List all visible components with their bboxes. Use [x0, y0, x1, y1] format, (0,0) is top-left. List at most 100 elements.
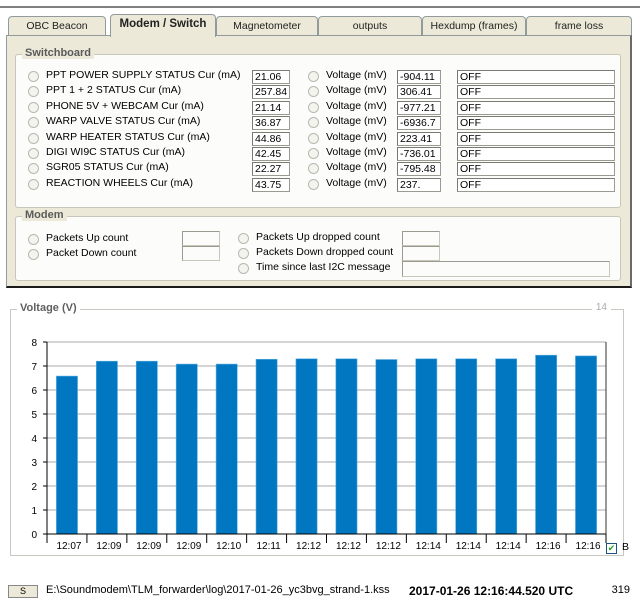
- tab-modem-switch[interactable]: Modem / Switch: [110, 14, 216, 37]
- state-field[interactable]: OFF: [457, 162, 615, 177]
- bar: [335, 358, 358, 535]
- state-field[interactable]: OFF: [457, 116, 615, 131]
- voltage-field[interactable]: 306.41: [397, 85, 441, 100]
- channel-radio[interactable]: [28, 101, 39, 113]
- channel-radio[interactable]: [28, 86, 39, 98]
- channel-radio[interactable]: [28, 163, 39, 175]
- packets-down-dropped-field[interactable]: [402, 246, 440, 261]
- s-button[interactable]: S: [8, 585, 38, 598]
- voltage-radio[interactable]: [308, 132, 319, 144]
- channel-radio[interactable]: [28, 71, 39, 82]
- x-tick-label: 12:12: [376, 541, 401, 552]
- voltage-label: Voltage (mV): [326, 146, 387, 158]
- channel-label: SGR05 STATUS Cur (mA): [46, 161, 169, 174]
- voltage-radio[interactable]: [308, 71, 319, 82]
- tab-outputs[interactable]: outputs: [318, 16, 422, 36]
- current-field[interactable]: 21.06: [252, 70, 290, 84]
- frame-count: 319: [611, 584, 630, 596]
- tab-magnetometer[interactable]: Magnetometer: [216, 16, 318, 36]
- state-field[interactable]: OFF: [457, 177, 615, 192]
- channel-radio[interactable]: [28, 132, 39, 144]
- time-since-i2c-radio[interactable]: [238, 263, 249, 274]
- voltage-chart-panel: Voltage (V) 14 0 1 2 3 4 5 6 7 8 12:07 12:09 12:09 1…: [10, 302, 629, 556]
- packets-down-field[interactable]: [182, 246, 220, 261]
- tab-hexdump[interactable]: Hexdump (frames): [422, 16, 526, 36]
- state-field[interactable]: OFF: [457, 100, 615, 115]
- channel-radio[interactable]: [28, 148, 39, 159]
- current-field[interactable]: 44.86: [252, 131, 290, 146]
- x-tick-label: 12:11: [256, 541, 281, 552]
- channel-radio[interactable]: [28, 178, 39, 190]
- packets-down-radio[interactable]: [28, 249, 39, 260]
- bar: [495, 358, 518, 535]
- current-field[interactable]: 43.75: [252, 177, 290, 192]
- channel-label: WARP HEATER STATUS Cur (mA): [46, 130, 210, 143]
- voltage-field[interactable]: -6936.7: [397, 116, 441, 131]
- voltage-field[interactable]: 237.: [397, 177, 441, 192]
- channel-radio[interactable]: [28, 117, 39, 129]
- current-field[interactable]: 22.27: [252, 162, 290, 177]
- x-tick-label: 12:16: [536, 541, 561, 552]
- tab-frame-loss[interactable]: frame loss: [526, 16, 632, 36]
- y-tick-label: 5: [31, 410, 37, 421]
- voltage-field[interactable]: -904.11: [397, 70, 441, 84]
- log-file-path: E:\Soundmodem\TLM_forwarder\log\2017-01-…: [46, 584, 390, 596]
- timestamp: 2017-01-26 12:16:44.520 UTC: [409, 584, 574, 598]
- voltage-radio[interactable]: [308, 148, 319, 159]
- window-top-border: [0, 0, 640, 8]
- voltage-label: Voltage (mV): [326, 69, 387, 81]
- x-tick-label: 12:12: [336, 541, 361, 552]
- state-field[interactable]: OFF: [457, 147, 615, 161]
- packets-up-label: Packets Up count: [46, 232, 129, 244]
- bar: [535, 354, 557, 535]
- bar: [455, 358, 478, 535]
- status-bar: S E:\Soundmodem\TLM_forwarder\log\2017-0…: [0, 575, 640, 607]
- packets-down-dropped-label: Packets Down dropped count: [256, 246, 394, 258]
- tab-obc-beacon[interactable]: OBC Beacon: [8, 16, 106, 36]
- state-field[interactable]: OFF: [457, 85, 615, 100]
- x-tick-label: 12:09: [136, 541, 161, 552]
- voltage-bar-chart: 0 1 2 3 4 5 6 7 8 12:07 12:09 12:09 12:09 12:10 12:11 1…: [31, 338, 607, 552]
- state-field[interactable]: OFF: [457, 131, 615, 146]
- packets-down-dropped-radio[interactable]: [238, 248, 249, 259]
- x-tick-label: 12:14: [496, 541, 521, 552]
- x-tick-label: 12:16: [576, 541, 601, 552]
- packets-up-dropped-field[interactable]: [402, 231, 440, 246]
- time-since-i2c-field[interactable]: [402, 261, 610, 277]
- current-field[interactable]: 257.84: [252, 85, 290, 100]
- modem-group: Modem Packets Up count Packet Down count…: [15, 209, 621, 281]
- bar: [375, 359, 398, 535]
- x-tick-label: 12:12: [296, 541, 321, 552]
- series-b-label: B: [622, 541, 630, 553]
- voltage-field[interactable]: -736.01: [397, 147, 441, 161]
- voltage-label: Voltage (mV): [326, 84, 387, 97]
- current-field[interactable]: 21.14: [252, 100, 290, 115]
- voltage-field[interactable]: 223.41: [397, 131, 441, 146]
- y-tick-label: 8: [31, 338, 37, 349]
- current-field[interactable]: 36.87: [252, 116, 290, 131]
- y-tick-label: 3: [31, 458, 37, 469]
- voltage-radio[interactable]: [308, 101, 319, 113]
- bar: [575, 355, 597, 535]
- bar: [255, 358, 278, 535]
- voltage-radio[interactable]: [308, 178, 319, 190]
- voltage-field[interactable]: -977.21: [397, 100, 441, 115]
- y-tick-label: 2: [31, 482, 37, 493]
- voltage-radio[interactable]: [308, 117, 319, 129]
- modem-switch-panel: Switchboard PPT POWER SUPPLY STATUS Cur …: [6, 35, 632, 288]
- packets-up-field[interactable]: [182, 231, 220, 246]
- voltage-radio[interactable]: [308, 86, 319, 98]
- tab-bar: OBC Beacon Modem / Switch Magnetometer o…: [6, 14, 634, 37]
- voltage-radio[interactable]: [308, 163, 319, 175]
- voltage-label: Voltage (mV): [326, 115, 387, 128]
- voltage-field[interactable]: -795.48: [397, 162, 441, 177]
- switchboard-group: Switchboard PPT POWER SUPPLY STATUS Cur …: [15, 47, 621, 208]
- packets-up-radio[interactable]: [28, 234, 39, 245]
- current-field[interactable]: 42.45: [252, 147, 290, 161]
- state-field[interactable]: OFF: [457, 70, 615, 84]
- series-b-checkbox[interactable]: ✔: [606, 543, 617, 554]
- time-since-i2c-label: Time since last I2C message: [256, 261, 391, 273]
- bar: [175, 363, 198, 535]
- bar: [295, 358, 318, 535]
- packets-up-dropped-radio[interactable]: [238, 233, 249, 244]
